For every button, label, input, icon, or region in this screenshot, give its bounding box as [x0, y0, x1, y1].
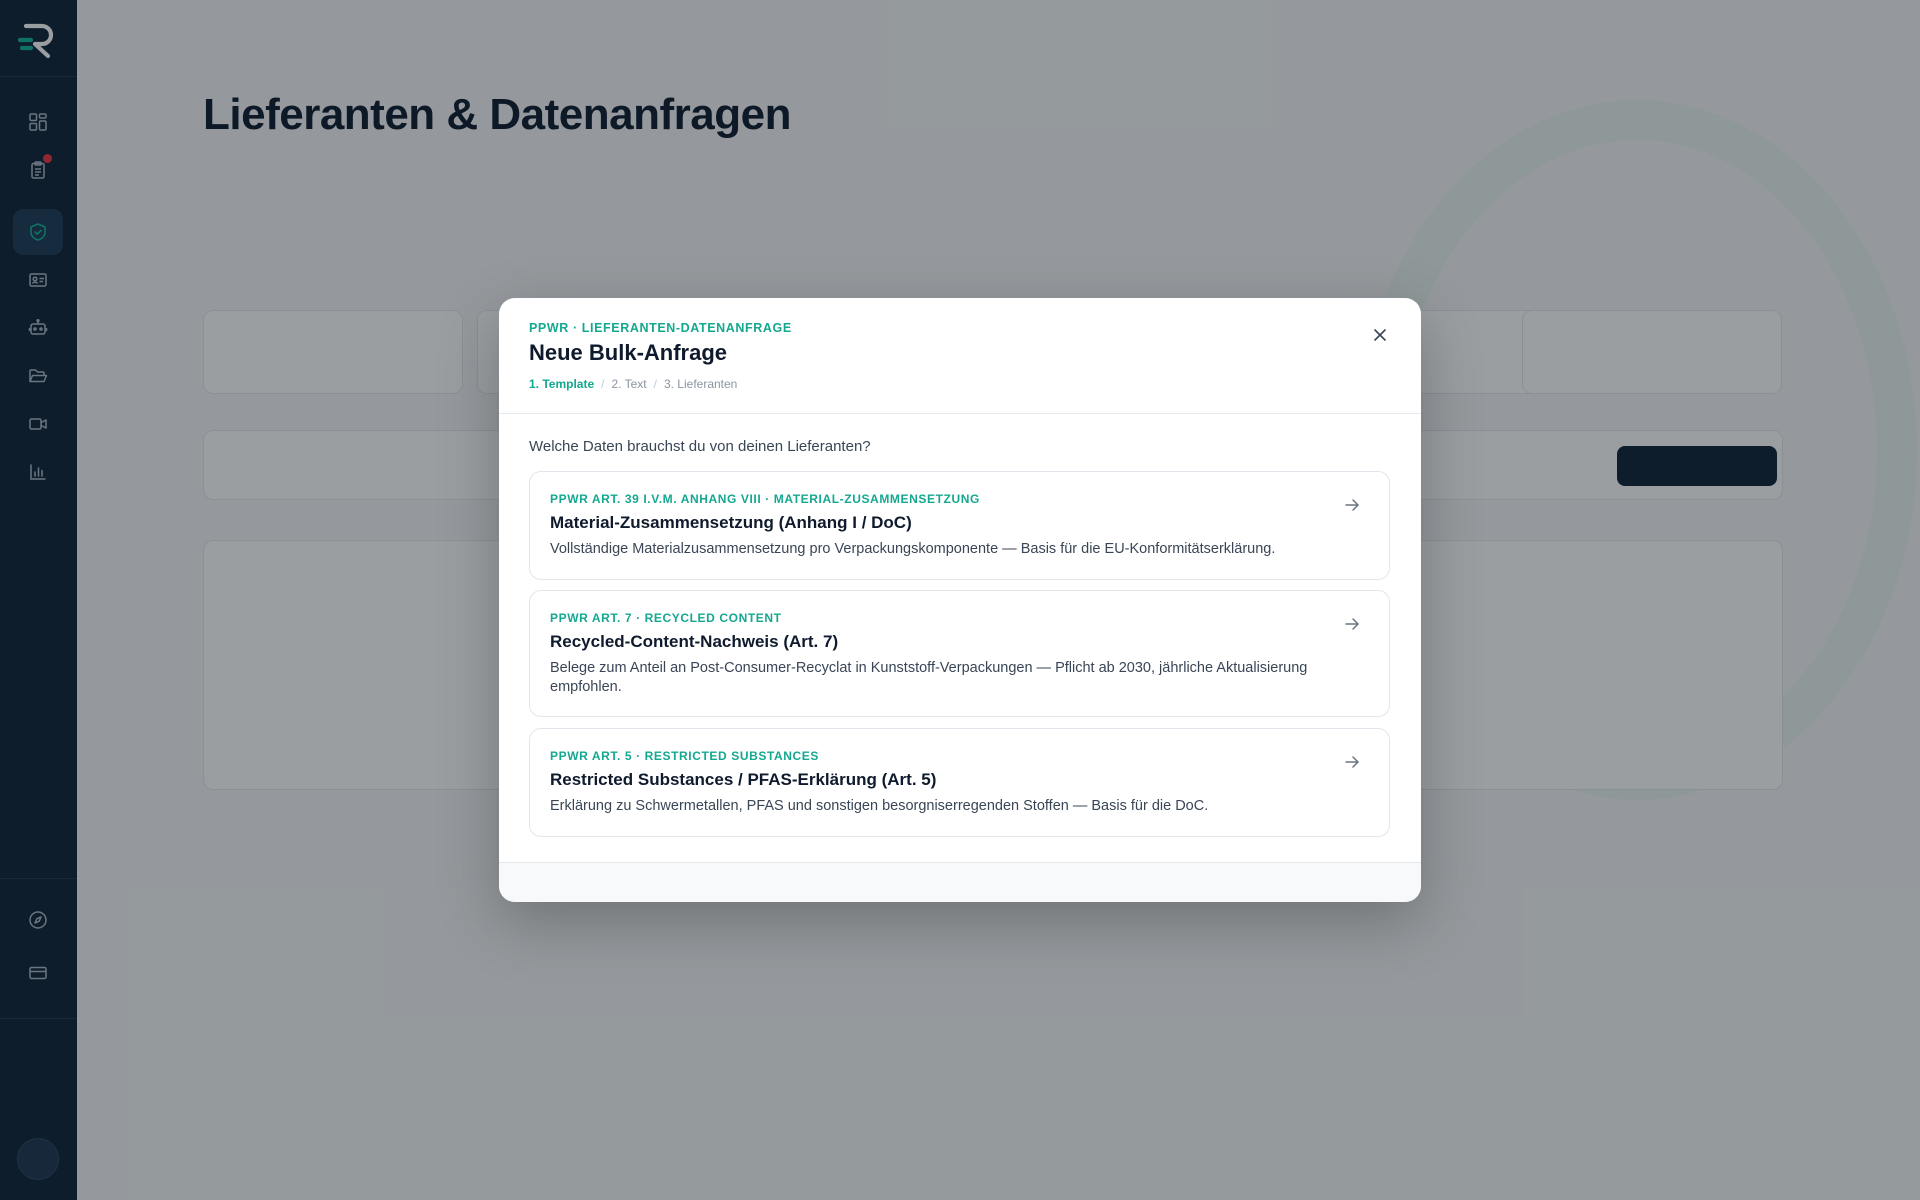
template-description: Vollständige Materialzusammensetzung pro… [550, 541, 1276, 557]
template-title: Recycled-Content-Nachweis (Art. 7) [550, 632, 839, 651]
template-eyebrow: PPWR ART. 7 · RECYCLED CONTENT [550, 611, 782, 625]
template-description: Erklärung zu Schwermetallen, PFAS und so… [550, 798, 1209, 814]
step-indicator: 1. Template / 2. Text / 3. Lieferanten [529, 377, 737, 391]
template-eyebrow: PPWR ART. 5 · RESTRICTED SUBSTANCES [550, 749, 820, 763]
template-description: Belege zum Anteil an Post-Consumer-Recyc… [550, 660, 1308, 695]
step-text[interactable]: 2. Text [611, 377, 646, 391]
step-template[interactable]: 1. Template [529, 377, 594, 391]
bulk-request-modal: PPWR · LIEFERANTEN-DATENANFRAGE Neue Bul… [499, 298, 1421, 902]
modal-eyebrow: PPWR · LIEFERANTEN-DATENANFRAGE [529, 321, 792, 335]
template-card-recycled-content[interactable]: PPWR ART. 7 · RECYCLED CONTENT Recycled-… [529, 590, 1390, 717]
template-title: Material-Zusammensetzung (Anhang I / DoC… [550, 513, 912, 532]
modal-title: Neue Bulk-Anfrage [529, 340, 728, 365]
template-card-restricted-substances[interactable]: PPWR ART. 5 · RESTRICTED SUBSTANCES Rest… [529, 728, 1390, 837]
close-icon [1374, 329, 1386, 341]
modal-header: PPWR · LIEFERANTEN-DATENANFRAGE Neue Bul… [499, 298, 1421, 414]
arrow-right-icon [1345, 618, 1359, 630]
template-eyebrow: PPWR ART. 39 I.V.M. ANHANG VIII · MATERI… [550, 492, 980, 506]
step-separator: / [601, 377, 605, 391]
step-separator: / [653, 377, 657, 391]
arrow-right-icon [1345, 756, 1359, 768]
close-button[interactable] [1367, 322, 1393, 348]
modal-footer [499, 862, 1421, 902]
step-suppliers[interactable]: 3. Lieferanten [664, 377, 737, 391]
arrow-right-icon [1345, 499, 1359, 511]
template-card-material[interactable]: PPWR ART. 39 I.V.M. ANHANG VIII · MATERI… [529, 471, 1390, 580]
template-question: Welche Daten brauchst du von deinen Lief… [529, 438, 871, 455]
template-title: Restricted Substances / PFAS-Erklärung (… [550, 770, 937, 789]
